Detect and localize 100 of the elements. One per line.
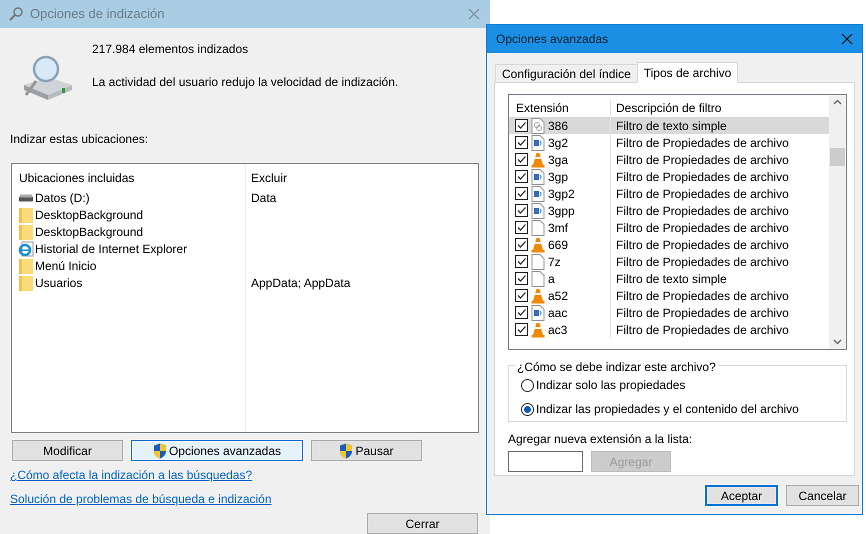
media-file-icon [531, 168, 545, 184]
section-label: Indizar estas ubicaciones: [10, 131, 150, 148]
column-header[interactable]: Ubicaciones incluidas [12, 169, 245, 186]
column-header[interactable]: Descripción de filtro [611, 99, 726, 116]
scroll-thumb[interactable] [830, 148, 845, 166]
filter-text: Filtro de Propiedades de archivo [615, 186, 790, 202]
help-link[interactable]: Solución de problemas de búsqueda e indización [10, 490, 272, 508]
file-type-row[interactable]: 3ga Filtro de Propiedades de archivo [509, 151, 829, 168]
status-text: La actividad del usuario redujo la velocidad de indización. [92, 74, 398, 91]
dialog-button[interactable]: Pausar [311, 440, 422, 461]
filter-text: Filtro de Propiedades de archivo [615, 152, 790, 168]
dialog-button[interactable]: Aceptar [705, 485, 778, 506]
drive-icon [18, 194, 34, 202]
extension-text: 3mf [548, 220, 568, 236]
exclude-text: AppData; AppData [251, 274, 350, 292]
file-type-row[interactable]: a52 Filtro de Propiedades de archivo [509, 287, 829, 304]
extension-input-field[interactable] [508, 451, 583, 472]
media-file-icon [531, 202, 545, 218]
checkbox[interactable] [515, 289, 528, 302]
magnifier-icon [8, 7, 24, 21]
checkbox[interactable] [515, 238, 528, 251]
checkbox[interactable] [515, 136, 528, 149]
folder-icon [18, 258, 34, 274]
checkbox[interactable] [515, 323, 528, 336]
dialog-button[interactable]: Modificar [12, 440, 123, 461]
tab[interactable]: Tipos de archivo [636, 62, 738, 83]
media-file-icon [531, 134, 545, 150]
filter-text: Filtro de Propiedades de archivo [615, 322, 790, 338]
filter-text: Filtro de texto simple [615, 118, 728, 134]
file-type-row[interactable]: ac3 Filtro de Propiedades de archivo [509, 321, 829, 338]
location-item[interactable]: Historial de Internet Explorer [12, 240, 245, 257]
dialog-button[interactable]: Opciones avanzadas [131, 440, 303, 461]
file-type-row[interactable]: 3g2 Filtro de Propiedades de archivo [509, 134, 829, 151]
file-type-row[interactable]: 386 Filtro de texto simple [509, 117, 829, 134]
close-button[interactable]: Cerrar [367, 513, 478, 534]
filter-text: Filtro de Propiedades de archivo [615, 202, 790, 220]
location-item[interactable]: Datos (D:) [12, 189, 245, 206]
dialog-title: Opciones avanzadas [496, 31, 608, 48]
blank-file-icon [531, 254, 545, 270]
file-type-row[interactable]: 3gp Filtro de Propiedades de archivo [509, 168, 829, 185]
dialog-button[interactable]: Cancelar [786, 485, 859, 506]
traffic-cone-icon [531, 236, 545, 252]
field-label: Agregar nueva extensión a la lista: [508, 431, 694, 448]
extension-text: ac3 [548, 322, 568, 338]
radio-label[interactable]: Indizar las propiedades y el contenido del archivo [536, 400, 799, 418]
file-type-row[interactable]: 669 Filtro de Propiedades de archivo [509, 236, 829, 253]
blank-file-icon [531, 270, 545, 286]
location-item[interactable]: Usuarios [12, 274, 245, 291]
scrollbar[interactable] [829, 95, 846, 349]
extension-text: 3ga [548, 152, 568, 168]
checkbox[interactable] [515, 272, 528, 285]
filter-text: Filtro de Propiedades de archivo [615, 254, 790, 270]
help-link[interactable]: ¿Cómo afecta la indización a las búsquedas? [10, 466, 252, 484]
scroll-down-icon[interactable] [833, 339, 842, 345]
extension-text: a [548, 270, 555, 288]
checkbox[interactable] [515, 306, 528, 319]
location-item[interactable]: DesktopBackground [12, 223, 245, 240]
file-type-row[interactable]: 3gpp Filtro de Propiedades de archivo [509, 202, 829, 219]
folder-icon [18, 224, 34, 240]
traffic-cone-icon [531, 152, 545, 168]
traffic-cone-icon [531, 322, 545, 338]
radio-label[interactable]: Indizar solo las propiedades [536, 376, 686, 394]
checkbox[interactable] [515, 170, 528, 183]
location-item[interactable]: Menú Inicio [12, 257, 245, 274]
tab[interactable]: Configuración del índice [495, 64, 638, 83]
filter-text: Filtro de texto simple [615, 270, 728, 288]
radio-button[interactable] [521, 378, 534, 392]
close-icon[interactable] [841, 33, 853, 45]
checkbox[interactable] [515, 119, 528, 132]
checkbox[interactable] [515, 255, 528, 268]
file-type-row[interactable]: a Filtro de texto simple [509, 270, 829, 287]
exclude-text: Data [251, 190, 276, 206]
location-item[interactable]: DesktopBackground [12, 206, 245, 223]
file-type-row[interactable]: 7z Filtro de Propiedades de archivo [509, 253, 829, 270]
window-title: Opciones de indización [30, 5, 164, 24]
file-type-row[interactable]: 3mf Filtro de Propiedades de archivo [509, 219, 829, 236]
checkbox[interactable] [515, 187, 528, 200]
scroll-up-icon[interactable] [833, 99, 842, 105]
radio-button[interactable] [521, 402, 534, 416]
filter-text: Filtro de Propiedades de archivo [615, 288, 790, 304]
media-file-icon [531, 186, 545, 202]
checkbox[interactable] [515, 204, 528, 217]
extension-text: aac [548, 304, 568, 322]
file-type-row[interactable]: 3gp2 Filtro de Propiedades de archivo [509, 185, 829, 202]
file-type-row[interactable]: aac Filtro de Propiedades de archivo [509, 304, 829, 321]
column-header[interactable]: Excluir [246, 169, 478, 186]
extension-text: 386 [548, 118, 568, 134]
column-header[interactable]: Extensión [509, 99, 611, 116]
filter-text: Filtro de Propiedades de archivo [615, 236, 790, 254]
folder-icon [18, 206, 34, 222]
checkbox[interactable] [515, 153, 528, 166]
media-file-icon [531, 304, 545, 320]
browser-icon [18, 240, 34, 256]
traffic-cone-icon [531, 288, 545, 304]
checkbox[interactable] [515, 221, 528, 234]
folder-icon [18, 274, 34, 290]
filter-text: Filtro de Propiedades de archivo [615, 168, 790, 186]
extension-text: 3gp2 [548, 186, 575, 202]
extension-text: a52 [548, 288, 568, 304]
filter-text: Filtro de Propiedades de archivo [615, 304, 790, 322]
